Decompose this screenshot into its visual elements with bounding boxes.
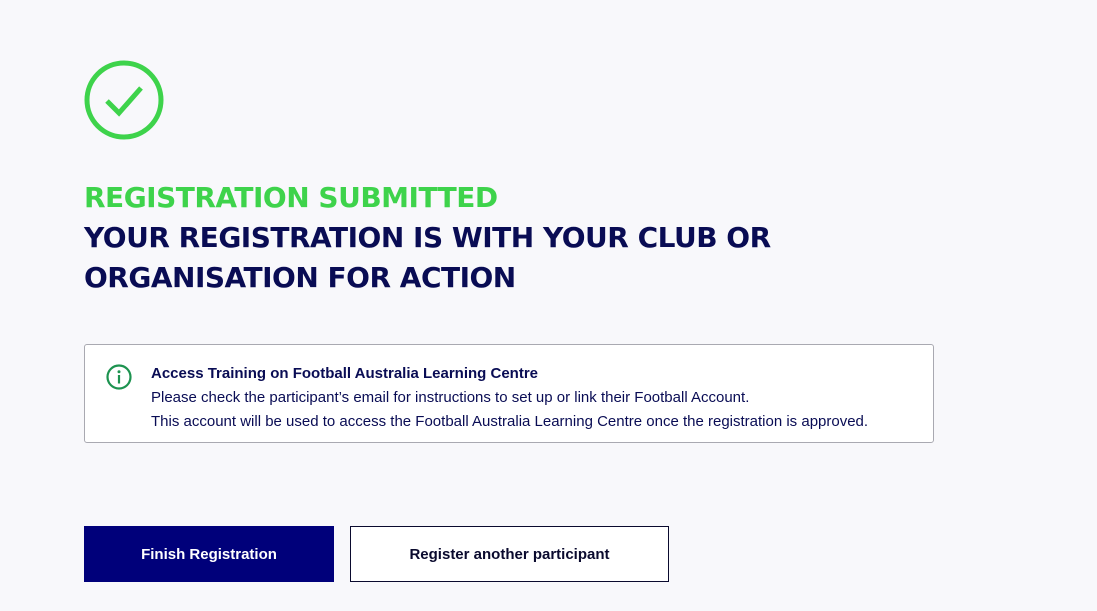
page-title: YOUR REGISTRATION IS WITH YOUR CLUB OR O… [84,221,771,294]
info-alert: Access Training on Football Australia Le… [84,344,934,443]
register-another-participant-button[interactable]: Register another participant [350,526,669,582]
info-text: Access Training on Football Australia Le… [151,362,868,434]
finish-registration-button[interactable]: Finish Registration [84,526,334,582]
info-message-line-2: This account will be used to access the … [151,413,869,430]
info-title: Access Training on Football Australia Le… [151,365,539,382]
info-message-line-1: Please check the participant’s email for… [151,389,750,406]
registration-status: REGISTRATION SUBMITTED [84,181,498,214]
info-circle-icon [105,363,133,391]
check-circle-icon [84,60,164,140]
headline: REGISTRATION SUBMITTED YOUR REGISTRATION… [84,178,984,298]
